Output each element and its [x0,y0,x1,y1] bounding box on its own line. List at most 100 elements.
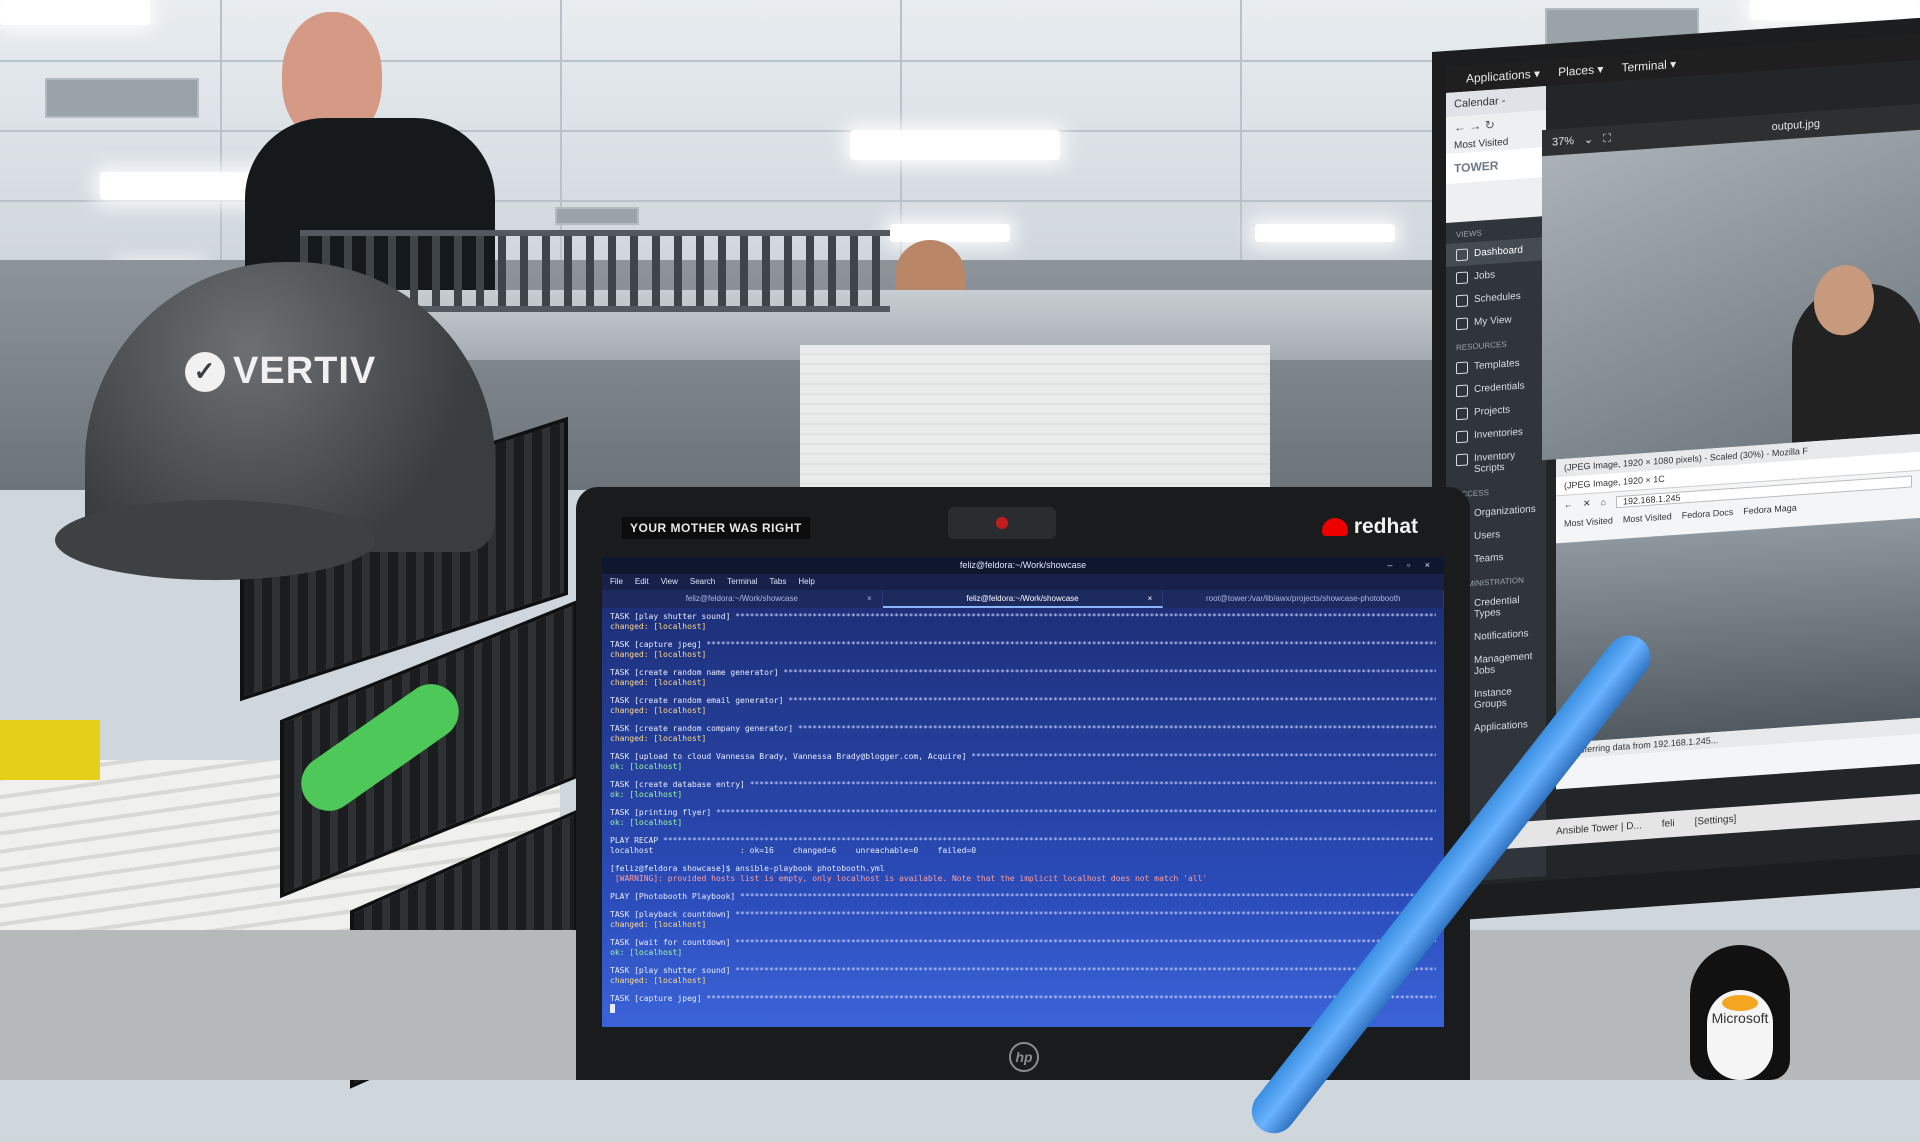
terminal-line: ok: [localhost] [610,818,683,827]
terminal-rule: ****************************************… [735,612,1436,621]
terminal-line: TASK [wait for countdown] **************… [610,938,1436,948]
bookmark-most-visited[interactable]: Most Visited [1623,511,1672,524]
terminal-line: changed: [localhost] [610,678,707,687]
back-icon[interactable]: ← [1454,120,1466,135]
window-controls[interactable]: – ▫ × [1388,557,1436,574]
back-icon[interactable]: ← [1564,499,1573,512]
viewer-filename: output.jpg [1771,117,1820,134]
terminal-cursor [610,1004,615,1013]
reload-icon[interactable]: ↻ [1485,118,1495,133]
yellow-box [0,720,100,780]
terminal-rule: ****************************************… [740,892,1436,901]
terminal-line: ok: [localhost] [610,948,683,957]
terminal-rule: ****************************************… [788,696,1436,705]
terminal-line: TASK [create random email generator] ***… [610,696,1436,706]
sidebar-item-label: Projects [1474,404,1511,419]
bookmark-fedora-docs[interactable]: Fedora Docs [1682,507,1734,521]
ceiling-grid-line [1240,0,1242,300]
terminal-line: changed: [localhost] [610,734,707,743]
close-icon[interactable]: × [867,590,872,608]
sidebar-item-label: Applications [1474,719,1528,735]
places-menu[interactable]: Places ▾ [1558,56,1603,85]
ceiling-light [890,224,1010,242]
sidebar-item-inventory-scripts[interactable]: Inventory Scripts [1446,442,1546,483]
folder-icon [1456,407,1468,421]
terminal-output[interactable]: TASK [play shutter sound] **************… [602,608,1444,1018]
ceiling-vent [555,207,639,225]
tab-tower-project[interactable]: root@tower:/var/lib/awx/projects/showcas… [1163,590,1444,608]
terminal-line: changed: [localhost] [610,706,707,715]
tux-beak [1722,995,1758,1011]
menu-edit[interactable]: Edit [635,574,649,590]
menu-view[interactable]: View [661,574,678,590]
terminal-line: changed: [localhost] [610,650,707,659]
menu-tabs[interactable]: Tabs [769,574,786,590]
close-icon[interactable]: ✕ [1583,498,1591,511]
pencil-icon [1456,361,1468,375]
ceiling-grid-line [220,0,222,300]
terminal-rule: ****************************************… [749,780,1436,789]
terminal-line: [feliz@feldora showcase]$ ansible-playbo… [610,864,885,873]
sidebar-item-label: Management Jobs [1474,650,1533,678]
tab-label: feliz@feldora:~/Work/showcase [685,594,798,603]
sidebar-item-label: Credentials [1474,380,1525,396]
menu-search[interactable]: Search [690,574,715,590]
terminal-line: changed: [localhost] [610,920,707,929]
tab-showcase-2[interactable]: feliz@feldora:~/Work/showcase × [882,590,1164,608]
bookmark-fedora-magazine[interactable]: Fedora Maga [1743,502,1797,516]
close-icon[interactable]: × [1148,590,1153,608]
redhat-logo: redhat [1321,515,1418,539]
terminal-rule: ****************************************… [797,724,1436,733]
ceiling-light [1255,224,1395,242]
taskbar-item-terminal[interactable]: feli [1662,811,1675,838]
taskbar-item-settings[interactable]: [Settings] [1695,807,1737,836]
terminal-line: TASK [play shutter sound] **************… [610,612,1436,622]
chevron-down-icon[interactable]: ⌄ [1584,127,1593,154]
sitemap-icon [1456,430,1468,444]
zoom-level[interactable]: 37% [1552,128,1574,156]
terminal-tabs: feliz@feldora:~/Work/showcase × feliz@fel… [602,590,1444,608]
terminal-line: changed: [localhost] [610,976,707,985]
vertiv-logo-icon: ✓ [185,351,225,392]
terminal-menubar: File Edit View Search Terminal Tabs Help [602,574,1444,590]
sidebar-item-label: Organizations [1474,503,1536,520]
terminal-rule: ****************************************… [735,910,1436,919]
taskbar-item-ansible-tower[interactable]: Ansible Tower | D... [1556,813,1642,845]
menu-help[interactable]: Help [798,574,814,590]
webcam-light [996,517,1008,529]
cap-brim [55,500,375,580]
frosted-glass-panel [800,345,1270,495]
forward-icon[interactable]: → [1469,119,1481,134]
sidebar-item-label: Instance Groups [1474,686,1512,712]
terminal-line: TASK [printing flyer] ******************… [610,808,1436,818]
terminal-line: TASK [create random company generator] *… [610,724,1436,734]
fullscreen-icon[interactable]: ⛶ [1603,125,1611,152]
sidebar-item-label: Teams [1474,552,1504,566]
bookmark-most-visited[interactable]: Most Visited [1564,515,1613,528]
terminal-line: [WARNING]: provided hosts list is empty,… [610,874,1208,883]
tab-showcase-1[interactable]: feliz@feldora:~/Work/showcase × [602,590,883,608]
terminal-rule: ****************************************… [735,938,1436,947]
terminal-menu[interactable]: Terminal ▾ [1621,51,1676,81]
sidebar-item-label: Inventories [1474,426,1523,442]
image-viewer-window: 37% ⌄ ⛶ output.jpg [1542,103,1920,461]
hp-logo: hp [1009,1042,1039,1072]
tower-brand: TOWER [1446,147,1546,185]
terminal-line: TASK [capture jpeg] ********************… [610,994,1436,1004]
columns-icon [1456,317,1468,331]
sidebar-item-label: Credential Types [1474,594,1520,621]
tux-shirt-text: Microsoft [1711,1010,1769,1026]
terminal-line: TASK [capture jpeg] ********************… [610,640,1436,650]
menu-terminal[interactable]: Terminal [727,574,757,590]
menu-file[interactable]: File [610,574,623,590]
home-icon[interactable]: ⌂ [1601,497,1606,509]
terminal-line: PLAY RECAP *****************************… [610,836,1434,845]
